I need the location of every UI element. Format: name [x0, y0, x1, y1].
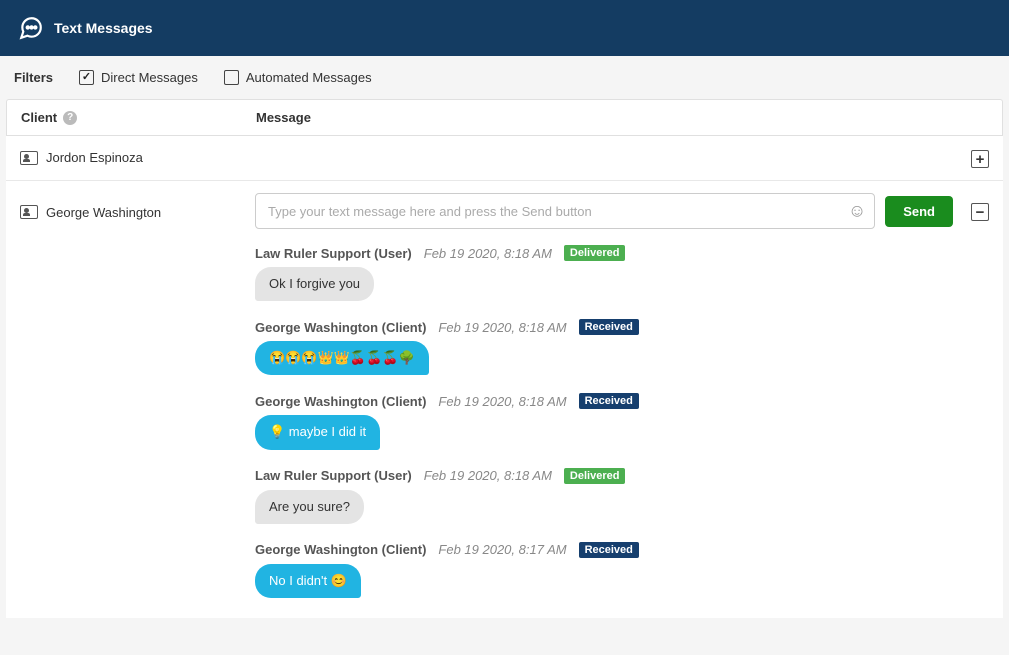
column-client-label: Client — [21, 110, 57, 125]
client-row: George Washington ☺ Send − — [6, 181, 1003, 241]
message-bubble: Ok I forgive you — [255, 267, 374, 301]
client-row[interactable]: Jordon Espinoza + — [6, 136, 1003, 181]
client-name: George Washington — [46, 205, 161, 220]
client-cell: Jordon Espinoza — [20, 148, 255, 165]
message-meta: Law Ruler Support (User) Feb 19 2020, 8:1… — [255, 468, 625, 484]
client-cell: George Washington — [20, 203, 255, 220]
chat-bubble-icon — [18, 15, 44, 41]
column-client: Client ? — [21, 110, 256, 125]
column-message: Message — [256, 110, 988, 125]
message-block: George Washington (Client) Feb 19 2020, 8… — [255, 319, 989, 375]
contact-card-icon — [20, 151, 38, 165]
message-bubble: 💡 maybe I did it — [255, 415, 380, 449]
app-header: Text Messages — [0, 0, 1009, 56]
message-block: George Washington (Client) Feb 19 2020, 8… — [255, 542, 989, 598]
filter-direct-label: Direct Messages — [101, 70, 198, 85]
message-meta: George Washington (Client) Feb 19 2020, 8… — [255, 542, 639, 558]
contact-card-icon — [20, 205, 38, 219]
page-title: Text Messages — [54, 20, 153, 36]
message-timestamp: Feb 19 2020, 8:18 AM — [438, 394, 566, 409]
message-timestamp: Feb 19 2020, 8:18 AM — [424, 246, 552, 261]
filter-direct-messages[interactable]: Direct Messages — [79, 70, 198, 85]
status-badge: Received — [579, 542, 639, 558]
message-sender: George Washington (Client) — [255, 394, 426, 409]
help-icon[interactable]: ? — [63, 111, 77, 125]
checkbox-icon — [79, 70, 94, 85]
message-input[interactable] — [268, 204, 838, 219]
collapse-button[interactable]: − — [971, 203, 989, 221]
filter-automated-messages[interactable]: Automated Messages — [224, 70, 372, 85]
message-block: George Washington (Client) Feb 19 2020, 8… — [255, 393, 989, 449]
conversation-panel: Law Ruler Support (User) Feb 19 2020, 8:1… — [6, 241, 1003, 618]
send-button[interactable]: Send — [885, 196, 953, 227]
message-meta: Law Ruler Support (User) Feb 19 2020, 8:1… — [255, 245, 625, 261]
table-header: Client ? Message — [6, 99, 1003, 136]
message-bubble: 😭😭😭👑👑🍒🍒🍒🌳 — [255, 341, 429, 375]
message-sender: Law Ruler Support (User) — [255, 468, 412, 483]
message-sender: George Washington (Client) — [255, 320, 426, 335]
client-name: Jordon Espinoza — [46, 150, 143, 165]
emoji-picker-icon[interactable]: ☺ — [848, 201, 866, 222]
message-meta: George Washington (Client) Feb 19 2020, 8… — [255, 393, 639, 409]
status-badge: Delivered — [564, 245, 626, 261]
message-sender: Law Ruler Support (User) — [255, 246, 412, 261]
checkbox-icon — [224, 70, 239, 85]
message-input-wrap: ☺ — [255, 193, 875, 229]
message-bubble: Are you sure? — [255, 490, 364, 524]
message-block: Law Ruler Support (User) Feb 19 2020, 8:1… — [255, 468, 989, 524]
filters-bar: Filters Direct Messages Automated Messag… — [0, 56, 1009, 99]
status-badge: Received — [579, 393, 639, 409]
message-sender: George Washington (Client) — [255, 542, 426, 557]
status-badge: Received — [579, 319, 639, 335]
status-badge: Delivered — [564, 468, 626, 484]
expand-button[interactable]: + — [971, 150, 989, 168]
message-timestamp: Feb 19 2020, 8:18 AM — [438, 320, 566, 335]
filter-automated-label: Automated Messages — [246, 70, 372, 85]
message-meta: George Washington (Client) Feb 19 2020, 8… — [255, 319, 639, 335]
message-timestamp: Feb 19 2020, 8:17 AM — [438, 542, 566, 557]
filters-label: Filters — [14, 70, 53, 85]
message-timestamp: Feb 19 2020, 8:18 AM — [424, 468, 552, 483]
message-bubble: No I didn't 😊 — [255, 564, 361, 598]
message-block: Law Ruler Support (User) Feb 19 2020, 8:1… — [255, 245, 989, 301]
compose-area: ☺ Send — [255, 193, 953, 229]
